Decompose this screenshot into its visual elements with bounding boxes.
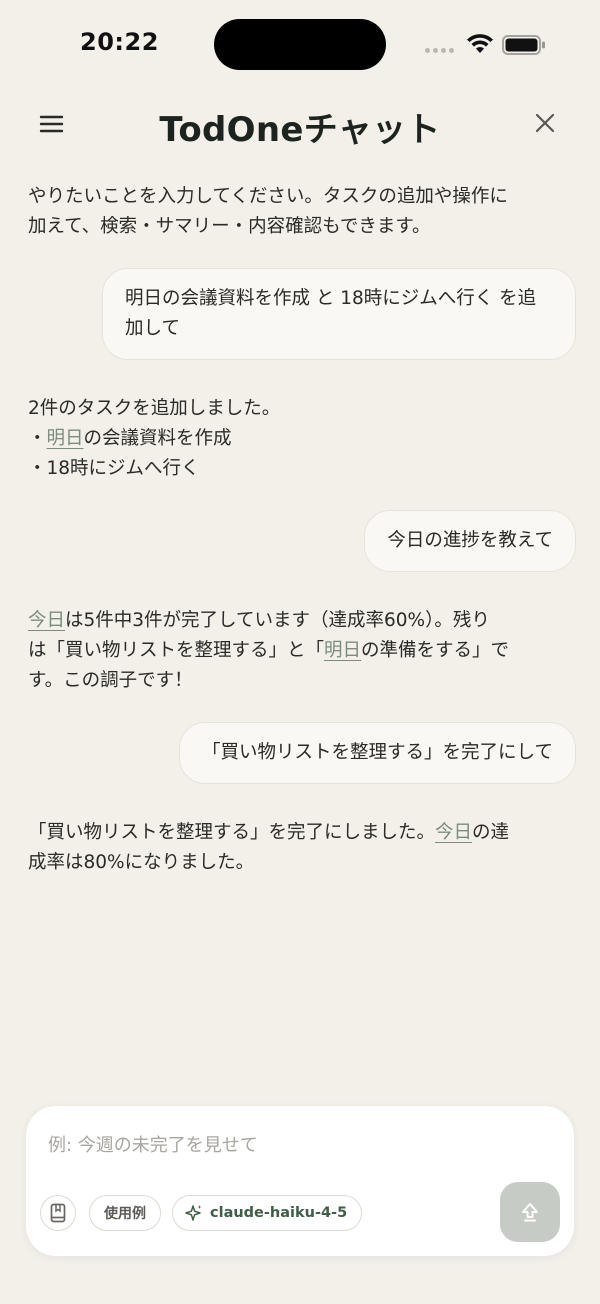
chat-header: TodOneチャット bbox=[0, 88, 600, 160]
user-message-bubble: 明日の会議資料を作成 と 18時にジムへ行く を追加して bbox=[102, 268, 576, 360]
date-link[interactable]: 今日 bbox=[435, 822, 472, 843]
book-icon bbox=[50, 1203, 66, 1223]
book-button[interactable] bbox=[40, 1195, 76, 1231]
message-text: 今日の進捗を教えて bbox=[387, 530, 553, 551]
model-selector-button[interactable]: claude-haiku-4-5 bbox=[172, 1195, 363, 1231]
examples-button[interactable]: 使用例 bbox=[89, 1195, 161, 1231]
date-link[interactable]: 明日 bbox=[47, 428, 84, 449]
assistant-message: やりたいことを入力してください。タスクの追加や操作に 加えて、検索・サマリー・内… bbox=[28, 182, 528, 242]
user-message-row: 「買い物リストを整理する」を完了にして bbox=[28, 722, 576, 784]
send-button[interactable] bbox=[500, 1182, 560, 1242]
status-time: 20:22 bbox=[80, 28, 159, 56]
message-text: やりたいことを入力してください。タスクの追加や操作に 加えて、検索・サマリー・内… bbox=[28, 186, 508, 237]
wifi-icon bbox=[467, 34, 493, 53]
model-label: claude-haiku-4-5 bbox=[210, 1205, 348, 1221]
page-title: TodOneチャット bbox=[159, 110, 441, 150]
sparkle-icon bbox=[185, 1205, 202, 1221]
assistant-message: 2件のタスクを追加しました。 ・明日の会議資料を作成 ・18時にジムへ行く bbox=[28, 394, 528, 484]
dynamic-island bbox=[214, 19, 386, 70]
composer: 使用例 claude-haiku-4-5 bbox=[26, 1106, 574, 1256]
signal-icon bbox=[425, 48, 454, 53]
chat-screen: 20:22 TodOneチャット やりたいことを入力してください。タスクの追加や… bbox=[0, 0, 600, 1304]
message-text: 「買い物リストを整理する」を完了にして bbox=[202, 742, 553, 763]
battery-icon bbox=[502, 35, 545, 55]
status-bar: 20:22 bbox=[0, 0, 600, 88]
message-text: 明日の会議資料を作成 と 18時にジムへ行く を追加して bbox=[125, 288, 537, 339]
assistant-message: 今日は5件中3件が完了しています（達成率60%）。残り は「買い物リストを整理す… bbox=[28, 606, 528, 696]
user-message-row: 明日の会議資料を作成 と 18時にジムへ行く を追加して bbox=[28, 268, 576, 360]
user-message-bubble: 今日の進捗を教えて bbox=[364, 510, 576, 572]
date-link[interactable]: 明日 bbox=[324, 640, 361, 661]
date-link[interactable]: 今日 bbox=[28, 610, 65, 631]
assistant-message: 「買い物リストを整理する」を完了にしました。今日の達 成率は80%になりました。 bbox=[28, 818, 528, 878]
chat-input[interactable] bbox=[48, 1128, 548, 1162]
user-message-bubble: 「買い物リストを整理する」を完了にして bbox=[179, 722, 576, 784]
user-message-row: 今日の進捗を教えて bbox=[28, 510, 576, 572]
message-list: やりたいことを入力してください。タスクの追加や操作に 加えて、検索・サマリー・内… bbox=[28, 182, 576, 904]
close-icon[interactable] bbox=[530, 108, 560, 138]
message-text: 「買い物リストを整理する」を完了にしました。 bbox=[28, 822, 436, 843]
send-arrow-icon bbox=[522, 1203, 538, 1222]
